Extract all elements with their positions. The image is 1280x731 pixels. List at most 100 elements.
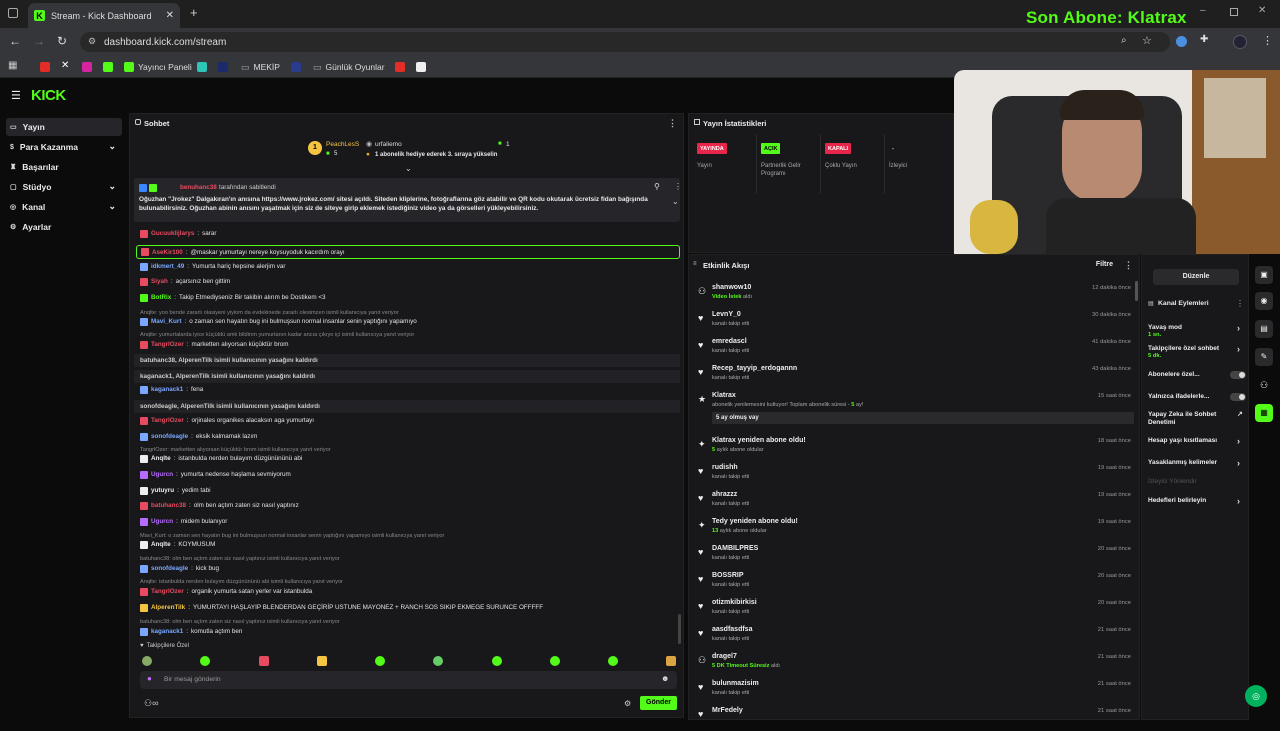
channel-action[interactable]: Yapay Zeka ile Sohbet Denetimi ↗ [1148, 411, 1243, 427]
chat-username[interactable]: batuhanc38 [151, 502, 186, 509]
hamburger-menu-icon[interactable]: ☰ [11, 89, 21, 102]
activity-username[interactable]: Recep_tayyip_erdogannn [712, 365, 797, 372]
activity-username[interactable]: otizmkibirkisi [712, 599, 757, 606]
activity-item[interactable]: ✦ Tedy yeniden abone oldu! 13 aylık abone … [693, 516, 1133, 542]
sidebar-item[interactable]: ⚙ Ayarlar [6, 218, 122, 236]
chat-username[interactable]: Ugurcn [151, 518, 173, 525]
instagram-bookmark-icon[interactable] [82, 62, 92, 72]
chat-username[interactable]: Anqlte [151, 541, 171, 548]
activity-username[interactable]: ahrazzz [712, 491, 737, 498]
channel-action[interactable]: İzleyici Yönlendir [1148, 478, 1240, 486]
activity-item[interactable]: ♥ otizmkibirkisi kanalı takip etti 20 saat … [693, 597, 1133, 623]
calculator-icon[interactable]: ▦ [1255, 404, 1273, 422]
chat-username[interactable]: Mavi_Kurt [151, 318, 181, 325]
collapse-leaderboard-icon[interactable]: ⌄ [405, 164, 412, 173]
channel-action[interactable]: Abonelere özel... [1148, 371, 1246, 379]
activity-item[interactable]: ♥ LevnY_0 kanalı takip etti 30 dakika önce [693, 309, 1133, 335]
channel-action[interactable]: Hedefleri belirleyin › [1148, 497, 1240, 506]
chat-settings-icon[interactable]: ⚙ [624, 699, 631, 708]
sidebar-item[interactable]: ♜ Başarılar [6, 158, 122, 176]
chat-username[interactable]: idkmert_49 [151, 263, 184, 270]
chat-username[interactable]: yutuyru [151, 487, 174, 494]
activity-item[interactable]: ★ Klatrax abonelik yenilemesini kutluyor! … [693, 390, 1134, 424]
channel-action[interactable]: Takipçilere özel sohbet 5 dk. › [1148, 345, 1240, 360]
activity-item[interactable]: ♥ BOSSRIP kanalı takip etti 20 saat önce [693, 570, 1133, 596]
youtube-bookmark-icon[interactable] [395, 62, 405, 72]
pinned-menu-icon[interactable]: ⋮ [674, 182, 682, 191]
new-tab-icon[interactable]: + [190, 5, 198, 20]
site-info-icon[interactable]: ⚙ [88, 36, 96, 47]
activity-item[interactable]: ✦ Klatrax yeniden abone oldu! 5 aylık abon… [693, 435, 1133, 461]
activity-username[interactable]: bulunmazisim [712, 680, 759, 687]
browser-tab[interactable]: K Stream - Kick Dashboard ✕ [28, 3, 180, 28]
close-tab-icon[interactable]: ✕ [166, 10, 174, 21]
chat-username[interactable]: TangrlOzer [151, 588, 184, 595]
chat-username[interactable]: sonofdeagle [151, 433, 188, 440]
chat-username[interactable]: TangrlOzer [151, 341, 184, 348]
kick-bookmark-icon[interactable] [103, 62, 113, 72]
x-bookmark-icon[interactable]: ✕ [61, 60, 69, 71]
sidebar-item[interactable]: ◎ Kanal ⌄ [6, 198, 122, 216]
activity-username[interactable]: Klatrax yeniden abone oldu! [712, 437, 806, 444]
emote-icon[interactable] [142, 656, 152, 666]
extension-icon[interactable] [1176, 36, 1187, 47]
activity-username[interactable]: emredascl [712, 338, 747, 345]
reload-icon[interactable]: ↻ [57, 34, 67, 48]
bookmark-yayinci-paneli[interactable]: Yayıncı Paneli [124, 61, 192, 73]
help-chat-icon[interactable]: ◎ [1245, 685, 1267, 707]
emote-icon[interactable] [608, 656, 618, 666]
channel-action[interactable]: Yasaklanmış kelimeler › [1148, 459, 1240, 468]
activity-username[interactable]: dragel7 [712, 653, 737, 660]
chat-username[interactable]: AseKir100 [152, 249, 183, 256]
channel-action[interactable]: Yavaş mod 1 sn. › [1148, 324, 1240, 339]
activity-item[interactable]: ♥ aasdfasdfsa kanalı takip etti 21 saat önc… [693, 624, 1133, 650]
leader2-name[interactable]: urfaliemo [375, 141, 402, 148]
apps-grid-icon[interactable]: ▦ [8, 60, 17, 71]
emote-icon[interactable] [666, 656, 676, 666]
send-button[interactable]: Gönder [640, 696, 677, 710]
kick-logo[interactable]: KICK [31, 87, 66, 104]
activity-username[interactable]: LevnY_0 [712, 311, 741, 318]
emote-icon[interactable] [433, 656, 443, 666]
chat-tools-icon[interactable]: ⚇∞ [144, 698, 158, 709]
activity-username[interactable]: shanwow10 [712, 284, 751, 291]
broadcast-icon[interactable]: ◉ [1255, 292, 1273, 310]
emote-icon[interactable] [317, 656, 327, 666]
activity-username[interactable]: Klatrax [712, 392, 736, 399]
bookmark-mekip[interactable]: ▭ MEKİP [241, 61, 280, 73]
activity-item[interactable]: ♥ ahrazzz kanalı takip etti 19 saat önce [693, 489, 1133, 515]
chat-menu-icon[interactable]: ⋮ [668, 118, 677, 129]
activity-username[interactable]: BOSSRIP [712, 572, 744, 579]
pin-icon[interactable]: ⚲ [654, 182, 660, 191]
activity-scrollbar[interactable] [1135, 281, 1138, 301]
save-icon[interactable]: ▤ [1255, 320, 1273, 338]
chat-username[interactable]: Gucuuklijlarys [151, 230, 194, 237]
close-window-icon[interactable]: ✕ [1258, 5, 1266, 16]
browser-menu-icon[interactable]: ⋮ [1262, 34, 1273, 47]
back-icon[interactable]: ← [9, 34, 21, 48]
activity-item[interactable]: ⚇ dragel7 5 DK Timeout Süresiz aldı 21 saat… [693, 651, 1133, 677]
emoji-icon[interactable]: ☻ [661, 674, 669, 683]
activity-menu-icon[interactable]: ⋮ [1124, 260, 1133, 271]
expand-pinned-icon[interactable]: ⌄ [672, 197, 679, 206]
chat-username[interactable]: TangrlOzer [151, 417, 184, 424]
chat-username[interactable]: Anqlte [151, 455, 171, 462]
emote-icon[interactable] [492, 656, 502, 666]
minimize-icon[interactable]: – [1200, 5, 1206, 16]
profile-avatar[interactable] [1233, 35, 1247, 49]
bookmark-gunluk-oyunlar[interactable]: ▭ Günlük Oyunlar [313, 61, 385, 73]
channel-action[interactable]: Hesap yaşı kısıtlaması › [1148, 437, 1240, 446]
activity-item[interactable]: ♥ DAMBILPRES kanalı takip etti 20 saat önce [693, 543, 1133, 569]
activity-item[interactable]: ♥ bulunmazisim kanalı takip etti 21 saat ön… [693, 678, 1133, 704]
tools-icon[interactable]: ✎ [1255, 348, 1273, 366]
chat-username[interactable]: sonofdeagle [151, 565, 188, 572]
bookmark-app-icon[interactable] [416, 62, 426, 72]
sidebar-item[interactable]: ▭ Yayın [6, 118, 122, 136]
activity-username[interactable]: rudishh [712, 464, 738, 471]
tab-search-icon[interactable] [8, 8, 18, 18]
activity-item[interactable]: ⚇ shanwow10 Video İstek aldı 12 dakika önce [693, 282, 1133, 308]
activity-item[interactable]: ♥ emredascl kanalı takip etti 41 dakika önc… [693, 336, 1133, 362]
activity-username[interactable]: MrFedely [712, 707, 743, 714]
emote-icon[interactable] [375, 656, 385, 666]
activity-item[interactable]: ♥ MrFedely 21 saat önce [693, 705, 1133, 731]
